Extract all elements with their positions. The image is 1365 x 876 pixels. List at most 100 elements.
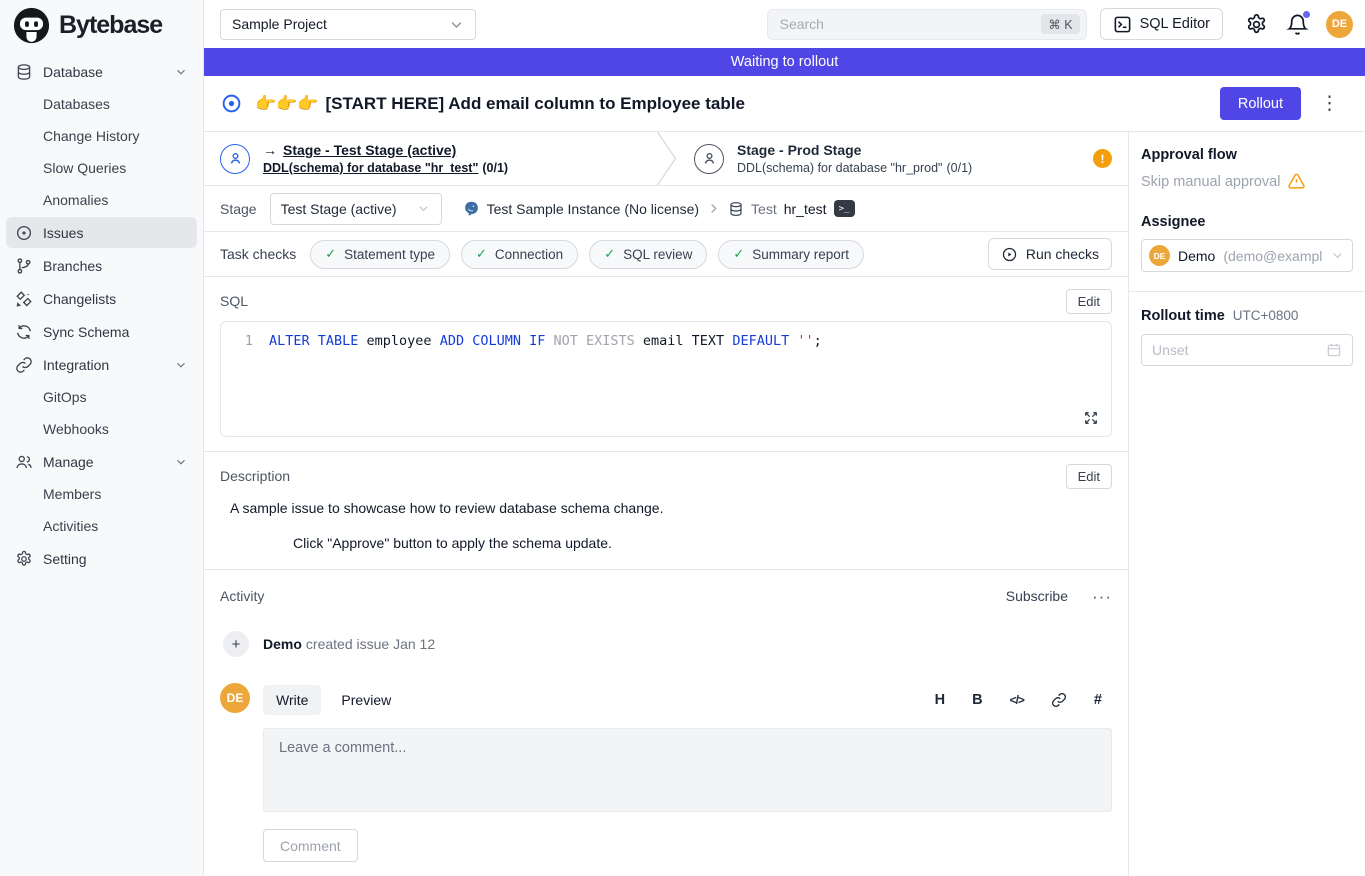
brand-logo[interactable]: Bytebase (0, 0, 203, 50)
run-checks-button[interactable]: Run checks (988, 238, 1112, 270)
bold-format-icon[interactable]: B (972, 692, 982, 708)
tab-preview[interactable]: Preview (328, 685, 404, 715)
task-check-pill[interactable]: ✓SQL review (589, 240, 707, 269)
search-input[interactable] (780, 16, 1042, 32)
line-number: 1 (221, 333, 269, 349)
sql-code-line: 1ALTER TABLE employee ADD COLUMN IF NOT … (221, 333, 1111, 349)
stage-select[interactable]: Test Stage (active) (270, 193, 442, 225)
rollout-button[interactable]: Rollout (1220, 87, 1301, 120)
task-check-pill[interactable]: ✓Summary report (718, 240, 864, 269)
chevron-down-icon (174, 358, 188, 372)
description-section: Description Edit A sample issue to showc… (204, 452, 1128, 570)
chevron-down-icon (1330, 248, 1345, 263)
page-title: 👉👉👉[START HERE] Add email column to Empl… (255, 94, 1207, 114)
sidebar-item-databases[interactable]: Databases (6, 89, 197, 119)
instance-name[interactable]: Test Sample Instance (No license) (487, 201, 699, 217)
stage-card-text: Stage - Prod Stage DDL(schema) for datab… (737, 142, 972, 175)
breadcrumb: Test Sample Instance (No license) Test h… (463, 200, 855, 217)
issue-header: 👉👉👉[START HERE] Add email column to Empl… (204, 76, 1365, 132)
check-icon: ✓ (733, 246, 744, 262)
sidebar-item-members[interactable]: Members (6, 479, 197, 509)
calendar-icon (1326, 342, 1342, 358)
sidebar-item-anomalies[interactable]: Anomalies (6, 185, 197, 215)
check-icon: ✓ (325, 246, 336, 262)
warning-badge: ! (1093, 149, 1112, 168)
link-icon (15, 356, 33, 374)
comment-composer: DE Write Preview H B </> # Comment (220, 683, 1112, 862)
stage-separator (656, 132, 678, 185)
expand-editor-icon[interactable] (1083, 410, 1099, 426)
stage-card-test[interactable]: →Stage - Test Stage (active) DDL(schema)… (204, 132, 656, 185)
database-name[interactable]: hr_test (784, 201, 827, 217)
approval-flow-label: Approval flow (1141, 147, 1353, 163)
sql-section-title: SQL (220, 293, 248, 309)
terminal-icon (1113, 15, 1132, 34)
sidebar-item-integration[interactable]: Integration (6, 349, 197, 380)
code-format-icon[interactable]: </> (1010, 693, 1024, 707)
sidebar-item-sync-schema[interactable]: Sync Schema (6, 316, 197, 347)
stage-pipeline: →Stage - Test Stage (active) DDL(schema)… (204, 132, 1128, 186)
current-stage-arrow: → (263, 142, 277, 158)
pointing-emoji: 👉👉👉 (255, 94, 319, 113)
database-icon (15, 63, 33, 81)
sidebar-item-slow-queries[interactable]: Slow Queries (6, 153, 197, 183)
brand-name: Bytebase (59, 11, 162, 40)
heading-format-icon[interactable]: H (935, 692, 945, 708)
sql-editor-button[interactable]: SQL Editor (1100, 8, 1223, 40)
open-in-sql-editor-icon[interactable]: >_ (834, 200, 855, 217)
settings-gear-button[interactable] (1245, 13, 1268, 36)
description-text: Click "Approve" button to apply the sche… (293, 535, 1112, 551)
edit-sql-button[interactable]: Edit (1066, 289, 1112, 314)
chevron-down-icon (174, 455, 188, 469)
user-avatar[interactable]: DE (1326, 11, 1353, 38)
git-branch-icon (15, 257, 33, 275)
sidebar-item-setting[interactable]: Setting (6, 543, 197, 574)
sidebar-item-branches[interactable]: Branches (6, 250, 197, 281)
environment-label: Test (751, 201, 777, 217)
user-avatar: DE (220, 683, 250, 713)
assignee-avatar: DE (1149, 245, 1170, 266)
comment-submit-button[interactable]: Comment (263, 829, 358, 862)
task-check-pill[interactable]: ✓Connection (461, 240, 578, 269)
more-options-icon[interactable]: ··· (1092, 588, 1112, 605)
play-circle-icon (1001, 246, 1018, 263)
assignee-select[interactable]: DE Demo (demo@example (1141, 239, 1353, 272)
search-box[interactable]: ⌘ K (767, 9, 1087, 40)
project-select-value: Sample Project (232, 16, 327, 32)
sql-editor[interactable]: 1ALTER TABLE employee ADD COLUMN IF NOT … (220, 321, 1112, 437)
issue-sidebar: Approval flow Skip manual approval Assig… (1128, 132, 1365, 876)
refresh-icon (15, 323, 33, 341)
stage-card-prod[interactable]: Stage - Prod Stage DDL(schema) for datab… (678, 132, 1128, 185)
circle-dot-icon (15, 224, 33, 242)
project-select[interactable]: Sample Project (220, 9, 476, 40)
sidebar-item-webhooks[interactable]: Webhooks (6, 414, 197, 444)
sidebar-item-gitops[interactable]: GitOps (6, 382, 197, 412)
comment-input[interactable] (263, 728, 1112, 812)
tab-write[interactable]: Write (263, 685, 321, 715)
sidebar-item-issues[interactable]: Issues (6, 217, 197, 248)
activity-section: Activity Subscribe ··· + Democreated iss… (204, 570, 1128, 874)
rollout-time-input[interactable]: Unset (1141, 334, 1353, 366)
approval-flow-value: Skip manual approval (1141, 172, 1353, 191)
activity-text: created issue Jan 12 (306, 636, 435, 652)
link-format-icon[interactable] (1051, 692, 1067, 708)
status-banner: Waiting to rollout (204, 48, 1365, 76)
main-content: →Stage - Test Stage (active) DDL(schema)… (204, 132, 1128, 876)
sidebar-item-activities[interactable]: Activities (6, 511, 197, 541)
sidebar-item-changelists[interactable]: Changelists (6, 283, 197, 314)
sidebar-item-change-history[interactable]: Change History (6, 121, 197, 151)
subscribe-button[interactable]: Subscribe (1006, 588, 1068, 604)
hash-format-icon[interactable]: # (1094, 692, 1102, 708)
sidebar-item-database[interactable]: Database (6, 56, 197, 87)
chevron-down-icon (449, 17, 464, 32)
edit-description-button[interactable]: Edit (1066, 464, 1112, 489)
task-checks-row: Task checks ✓Statement type ✓Connection … (204, 232, 1128, 277)
chevron-down-icon (174, 65, 188, 79)
sidebar-item-manage[interactable]: Manage (6, 446, 197, 477)
kebab-menu-icon[interactable]: ⋮ (1314, 92, 1345, 115)
notifications-bell-button[interactable] (1286, 13, 1309, 36)
task-check-pill[interactable]: ✓Statement type (310, 240, 450, 269)
issue-open-icon (221, 93, 242, 114)
warning-triangle-icon (1287, 172, 1306, 191)
formatting-tools: H B </> # (935, 692, 1112, 708)
